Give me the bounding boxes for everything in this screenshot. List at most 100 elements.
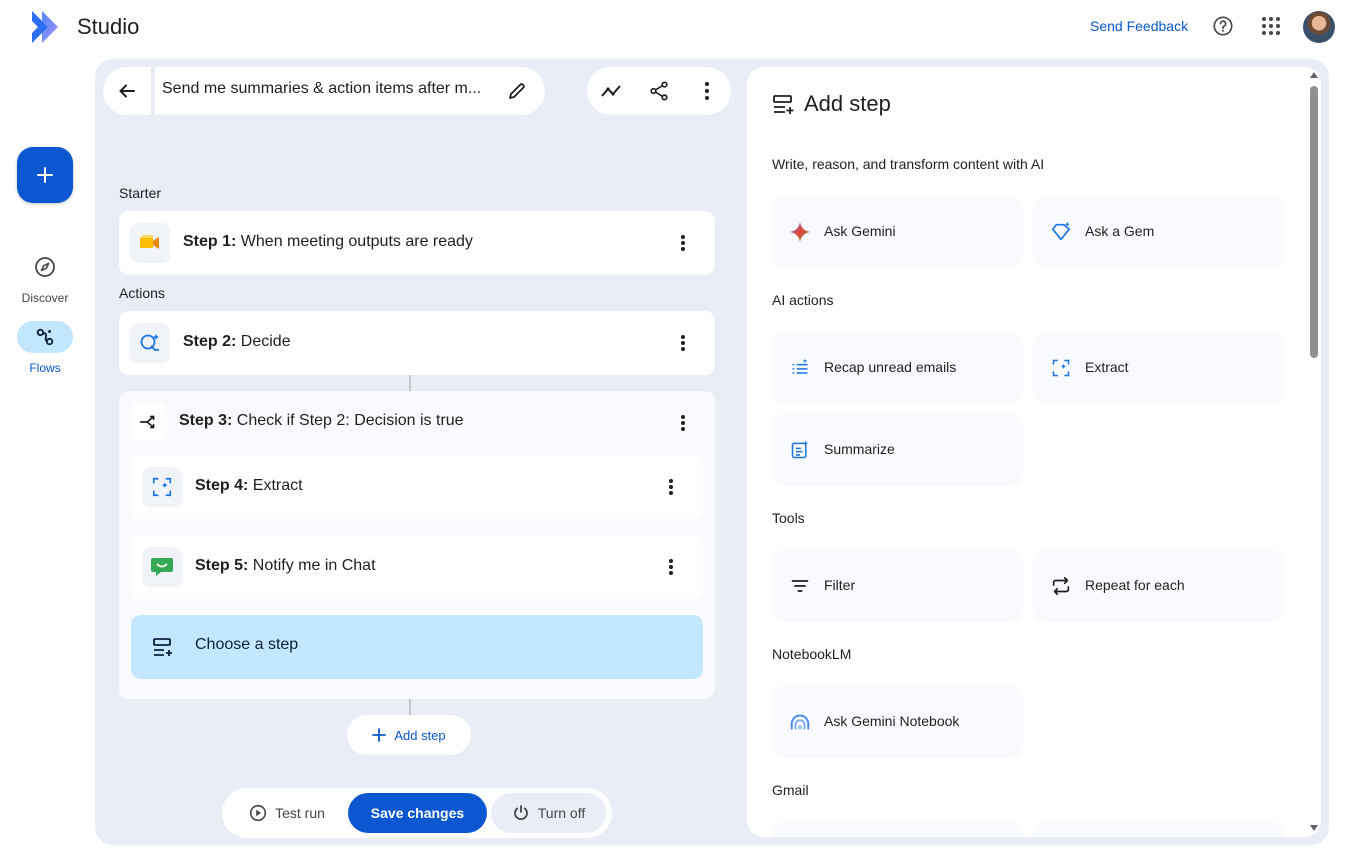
chat-icon [142, 547, 182, 587]
rail-flows[interactable]: Flows [8, 321, 82, 375]
title-divider [151, 67, 155, 115]
decide-icon [130, 323, 170, 363]
extract-icon [1049, 356, 1073, 380]
extract-icon [142, 467, 182, 507]
tool-extract[interactable]: Extract [1033, 332, 1284, 404]
more-options-button[interactable] [687, 71, 727, 111]
choose-step-button[interactable]: Choose a step [131, 615, 703, 679]
section-tools: Tools [772, 510, 805, 526]
filter-icon [788, 574, 812, 598]
step-2-menu-button[interactable] [667, 327, 699, 359]
flow-title[interactable]: Send me summaries & action items after m… [162, 80, 498, 98]
studio-logo-icon [32, 11, 58, 43]
turn-off-label: Turn off [537, 805, 586, 821]
app-title: Studio [77, 14, 140, 39]
step-5-menu-button[interactable] [655, 551, 687, 583]
section-ai-actions: AI actions [772, 292, 834, 308]
step-2-card[interactable]: Step 2: Decide [119, 311, 715, 375]
more-vert-icon [669, 479, 673, 495]
add-step-panel-icon [772, 93, 796, 122]
step-1-menu-button[interactable] [667, 227, 699, 259]
share-icon [650, 81, 668, 101]
plus-icon [372, 728, 387, 742]
top-bar: Studio Send Feedback [0, 0, 1351, 56]
tool-recap-unread-emails[interactable]: Recap unread emails [772, 332, 1023, 404]
share-button[interactable] [639, 71, 679, 111]
scroll-up-arrow-icon[interactable] [1310, 72, 1318, 78]
gemini-sparkle-icon [788, 220, 812, 244]
back-button[interactable] [107, 71, 147, 111]
create-button[interactable] [17, 147, 73, 203]
add-step-icon [151, 635, 175, 664]
meet-video-icon [130, 223, 170, 263]
play-circle-icon [249, 804, 267, 822]
tool-filter-label: Filter [824, 577, 856, 593]
scroll-thumb[interactable] [1310, 86, 1318, 358]
step-2-label: Step 2: Decide [183, 333, 291, 350]
section-notebooklm: NotebookLM [772, 646, 852, 662]
tool-repeat-label: Repeat for each [1085, 577, 1185, 593]
pencil-icon [509, 83, 525, 99]
turn-off-button[interactable]: Turn off [491, 793, 606, 833]
edit-title-button[interactable] [497, 71, 537, 111]
step-5-label: Step 5: Notify me in Chat [195, 557, 376, 574]
more-vert-icon [681, 335, 685, 351]
add-step-button[interactable]: Add step [347, 715, 471, 755]
rail-flows-label: Flows [29, 361, 61, 375]
tool-ask-gem-label: Ask a Gem [1085, 223, 1155, 239]
send-feedback-link[interactable]: Send Feedback [1090, 18, 1188, 34]
tool-gmail-item[interactable] [1033, 822, 1284, 837]
choose-step-label: Choose a step [195, 636, 299, 653]
notebooklm-icon [788, 710, 812, 734]
activity-button[interactable] [591, 71, 631, 111]
tool-ask-gemini-notebook[interactable]: Ask Gemini Notebook [772, 686, 1023, 758]
step-5-card[interactable]: Step 5: Notify me in Chat [131, 535, 703, 599]
scroll-down-arrow-icon[interactable] [1310, 825, 1318, 831]
step-4-label: Step 4: Extract [195, 477, 303, 494]
recap-list-icon [788, 356, 812, 380]
step-4-menu-button[interactable] [655, 471, 687, 503]
add-step-panel-title: Add step [804, 91, 891, 116]
actions-label: Actions [119, 285, 165, 301]
step-1-card[interactable]: Step 1: When meeting outputs are ready [119, 211, 715, 275]
tool-summarize[interactable]: Summarize [772, 414, 1023, 486]
rail-discover[interactable]: Discover [8, 251, 82, 305]
tool-extract-label: Extract [1085, 359, 1129, 375]
tool-gmail-item[interactable] [772, 822, 1023, 837]
tool-recap-label: Recap unread emails [824, 359, 957, 375]
tool-repeat-for-each[interactable]: Repeat for each [1033, 550, 1284, 622]
test-run-button[interactable]: Test run [232, 793, 342, 833]
add-step-label: Add step [394, 727, 446, 743]
repeat-icon [1049, 574, 1073, 598]
save-changes-button[interactable]: Save changes [348, 793, 487, 833]
branch-icon [131, 403, 167, 441]
section-gmail: Gmail [772, 782, 809, 798]
step-3-menu-button[interactable] [667, 407, 699, 439]
arrow-left-icon [119, 84, 135, 98]
more-vert-icon [681, 415, 685, 431]
apps-grid-icon[interactable] [1259, 14, 1283, 38]
more-vert-icon [705, 82, 709, 100]
tool-ask-gemini[interactable]: Ask Gemini [772, 196, 1023, 268]
section-ai-content: Write, reason, and transform content wit… [772, 156, 1045, 172]
step-4-card[interactable]: Step 4: Extract [131, 455, 703, 519]
summarize-icon [788, 438, 812, 462]
tool-summarize-label: Summarize [824, 441, 895, 457]
tool-notebook-label: Ask Gemini Notebook [824, 713, 960, 729]
more-vert-icon [669, 559, 673, 575]
tool-ask-gem[interactable]: Ask a Gem [1033, 196, 1284, 268]
tool-ask-gemini-label: Ask Gemini [824, 223, 896, 239]
power-icon [513, 805, 528, 820]
flows-icon [17, 321, 73, 353]
compass-icon [17, 251, 73, 283]
step-1-label: Step 1: When meeting outputs are ready [183, 233, 473, 250]
step-3-label[interactable]: Step 3: Check if Step 2: Decision is tru… [179, 412, 464, 430]
starter-label: Starter [119, 185, 162, 201]
account-avatar[interactable] [1303, 11, 1335, 43]
trend-line-icon [601, 85, 621, 97]
help-icon[interactable] [1211, 14, 1235, 38]
plus-icon [37, 167, 53, 183]
tool-filter[interactable]: Filter [772, 550, 1023, 622]
connector-line [409, 375, 411, 391]
bottom-action-bar: Test run Save changes Turn off [222, 788, 612, 838]
